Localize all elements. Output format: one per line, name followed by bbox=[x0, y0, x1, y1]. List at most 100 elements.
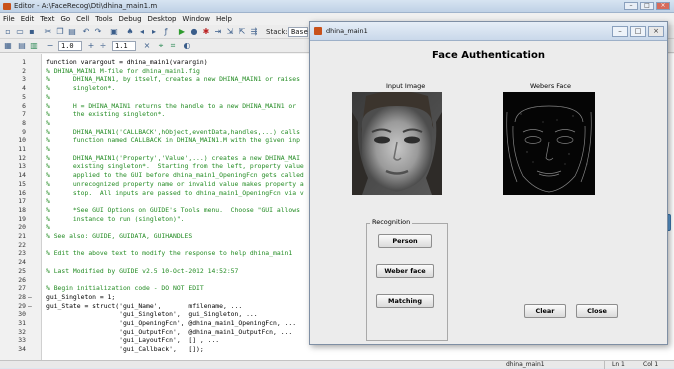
line-number: 12 bbox=[18, 153, 26, 162]
forward-arrow-icon[interactable]: ▸ bbox=[149, 27, 159, 37]
code-text: % Begin initialization code - DO NOT EDI… bbox=[46, 284, 204, 293]
matching-button[interactable]: Matching bbox=[376, 294, 434, 308]
menu-text[interactable]: Text bbox=[40, 13, 54, 25]
decrement-value-field[interactable]: 1.0 bbox=[58, 41, 82, 51]
line-number: 2 bbox=[22, 66, 26, 75]
step-icon[interactable]: ⇥ bbox=[213, 27, 223, 37]
line-number: 11 bbox=[18, 145, 26, 153]
code-text: % *See GUI Options on GUIDE's Tools menu… bbox=[46, 205, 300, 214]
cell-publish-icon[interactable]: ⌖ bbox=[156, 41, 166, 51]
undo-icon[interactable]: ↶ bbox=[81, 27, 91, 37]
line-number: 32 bbox=[18, 327, 26, 336]
menu-tools[interactable]: Tools bbox=[95, 13, 112, 25]
continue-icon[interactable]: ⇶ bbox=[249, 27, 259, 37]
code-text: % DHINA_MAIN1 M-file for dhina_main1.fig bbox=[46, 66, 200, 75]
figure-close-button[interactable]: × bbox=[648, 26, 664, 37]
figure-maximize-button[interactable]: □ bbox=[630, 26, 646, 37]
menu-edit[interactable]: Edit bbox=[21, 13, 35, 25]
line-number: 3 bbox=[22, 75, 26, 84]
run-icon[interactable]: ▶ bbox=[177, 27, 187, 37]
code-text: % DHINA_MAIN1, by itself, creates a new … bbox=[46, 75, 300, 84]
breakpoint-marker[interactable]: – bbox=[28, 302, 36, 311]
menu-cell[interactable]: Cell bbox=[76, 13, 89, 25]
person-button[interactable]: Person bbox=[378, 234, 432, 248]
increment-value-field[interactable]: 1.1 bbox=[112, 41, 136, 51]
stack-label: Stack: bbox=[266, 28, 288, 36]
line-number: 9 bbox=[22, 127, 26, 136]
code-line[interactable]: 34 'gui_Callback', []); bbox=[0, 345, 674, 354]
print-icon[interactable]: ▣ bbox=[109, 27, 119, 37]
paste-icon[interactable]: ▤ bbox=[67, 27, 77, 37]
webers-face-label: Webers Face bbox=[530, 82, 571, 90]
line-number: 14 bbox=[18, 171, 26, 180]
code-text: % function named CALLBACK in DHINA_MAIN1… bbox=[46, 136, 300, 145]
code-text: % bbox=[46, 145, 50, 153]
menu-file[interactable]: File bbox=[3, 13, 15, 25]
copy-icon[interactable]: ❐ bbox=[55, 27, 65, 37]
maximize-button[interactable]: □ bbox=[640, 2, 654, 10]
eval-advance-icon[interactable]: ▥ bbox=[29, 41, 39, 51]
open-folder-icon[interactable]: ▭ bbox=[15, 27, 25, 37]
code-text: % Edit the above text to modify the resp… bbox=[46, 249, 293, 258]
breakpoint-icon[interactable]: ● bbox=[189, 27, 199, 37]
new-file-icon[interactable]: ▫ bbox=[3, 27, 13, 37]
editor-title: Editor - A:\FaceRecog\Dti\dhina_main1.m bbox=[14, 2, 158, 10]
cell-insert-icon[interactable]: ⌗ bbox=[168, 41, 178, 51]
line-number: 16 bbox=[18, 188, 26, 197]
zoom-plus-icon[interactable]: + bbox=[86, 41, 96, 51]
line-number: 18 bbox=[18, 205, 26, 214]
find-icon[interactable]: ♠ bbox=[125, 27, 135, 37]
minimize-button[interactable]: – bbox=[624, 2, 638, 10]
code-text: % bbox=[46, 118, 50, 127]
eval-cell-icon[interactable]: ▤ bbox=[17, 41, 27, 51]
menu-go[interactable]: Go bbox=[60, 13, 70, 25]
close-button[interactable]: × bbox=[656, 2, 670, 10]
code-text: % bbox=[46, 197, 50, 206]
line-number: 26 bbox=[18, 275, 26, 284]
cell-toolbar-help-icon[interactable]: ◐ bbox=[182, 41, 192, 51]
line-number: 17 bbox=[18, 197, 26, 206]
cut-icon[interactable]: ✂ bbox=[43, 27, 53, 37]
back-arrow-icon[interactable]: ◂ bbox=[137, 27, 147, 37]
line-number: 19 bbox=[18, 214, 26, 223]
times-icon[interactable]: × bbox=[142, 41, 152, 51]
divide-icon[interactable]: ÷ bbox=[98, 41, 108, 51]
code-text: 'gui_Callback', []); bbox=[46, 345, 204, 354]
menu-desktop[interactable]: Desktop bbox=[148, 13, 177, 25]
figure-minimize-button[interactable]: – bbox=[612, 26, 628, 37]
line-number: 23 bbox=[18, 249, 26, 258]
line-number: 4 bbox=[22, 84, 26, 93]
figure-title-bar: dhina_main1 – □ × bbox=[310, 22, 667, 41]
clear-button[interactable]: Clear bbox=[524, 304, 566, 318]
line-number: 22 bbox=[18, 240, 26, 249]
line-number: 13 bbox=[18, 162, 26, 171]
menu-help[interactable]: Help bbox=[216, 13, 232, 25]
line-number: 5 bbox=[22, 92, 26, 101]
menu-debug[interactable]: Debug bbox=[119, 13, 142, 25]
step-in-icon[interactable]: ⇲ bbox=[225, 27, 235, 37]
redo-icon[interactable]: ↷ bbox=[93, 27, 103, 37]
zoom-minus-icon[interactable]: − bbox=[45, 41, 55, 51]
editor-window-controls: – □ × bbox=[624, 2, 670, 10]
weber-face-button[interactable]: Weber face bbox=[376, 264, 434, 278]
recognition-panel-label: Recognition bbox=[370, 218, 413, 226]
step-out-icon[interactable]: ⇱ bbox=[237, 27, 247, 37]
cell-mode-icon[interactable]: ▦ bbox=[3, 41, 13, 51]
menu-window[interactable]: Window bbox=[182, 13, 210, 25]
code-text: 'gui_OutputFcn', @dhina_main1_OutputFcn,… bbox=[46, 327, 293, 336]
close-button[interactable]: Close bbox=[576, 304, 618, 318]
code-text: % H = DHINA_MAIN1 returns the handle to … bbox=[46, 101, 297, 110]
clear-breakpoints-icon[interactable]: ✱ bbox=[201, 27, 211, 37]
code-text: function varargout = dhina_main1(varargi… bbox=[46, 58, 208, 66]
input-image-label: Input Image bbox=[386, 82, 426, 90]
function-icon[interactable]: ƒ bbox=[161, 27, 171, 37]
code-text: % DHINA_MAIN1('Property','Value',...) cr… bbox=[46, 153, 300, 162]
breakpoint-marker[interactable]: – bbox=[28, 293, 36, 302]
figure-window: dhina_main1 – □ × Face Authentication In… bbox=[309, 21, 668, 345]
matlab-icon bbox=[3, 3, 11, 10]
code-text: % bbox=[46, 92, 50, 101]
figure-window-controls: – □ × bbox=[612, 26, 664, 37]
stack-select[interactable]: Base bbox=[288, 27, 308, 37]
save-icon[interactable]: ▪ bbox=[27, 27, 37, 37]
code-text: % Last Modified by GUIDE v2.5 10-Oct-201… bbox=[46, 266, 239, 275]
